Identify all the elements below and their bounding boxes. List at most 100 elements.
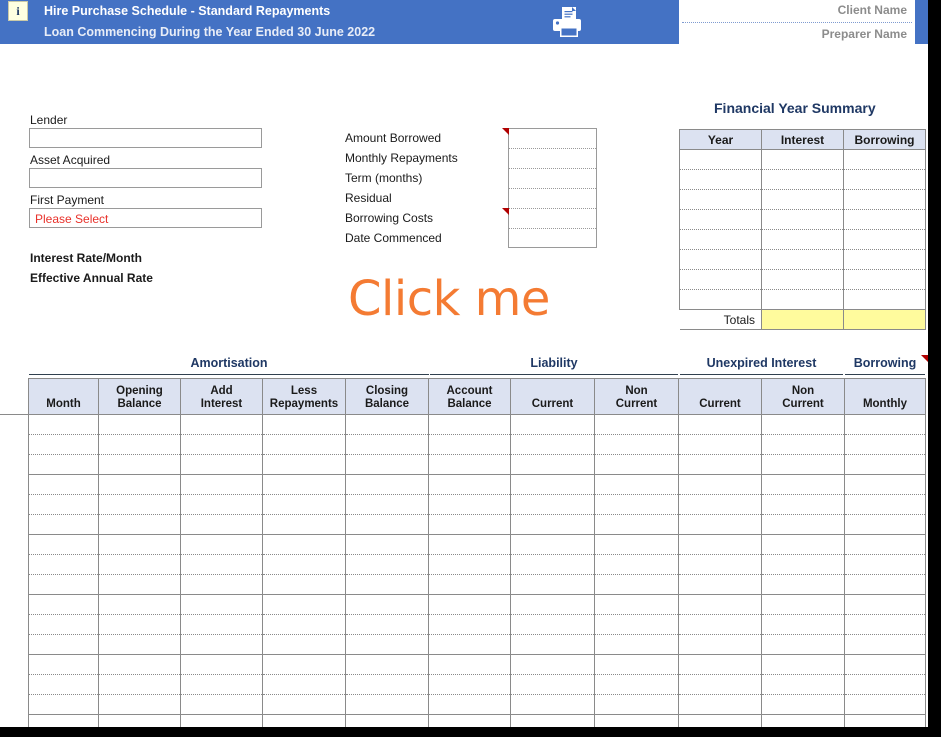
grid-cell[interactable] [594, 454, 679, 475]
grid-cell[interactable] [262, 454, 346, 475]
grid-cell[interactable] [28, 574, 99, 595]
grid-cell[interactable] [761, 674, 845, 695]
grid-cell[interactable] [761, 414, 845, 435]
grid-cell[interactable] [594, 654, 679, 675]
grid-cell[interactable] [678, 454, 762, 475]
grid-cell[interactable] [761, 474, 845, 495]
fy-cell[interactable] [761, 229, 844, 250]
grid-cell[interactable] [345, 454, 429, 475]
grid-cell[interactable] [345, 574, 429, 595]
grid-cell[interactable] [761, 554, 845, 575]
printer-icon[interactable] [549, 5, 585, 39]
fy-cell[interactable] [843, 209, 926, 230]
grid-cell[interactable] [594, 594, 679, 615]
grid-cell[interactable] [510, 514, 595, 535]
grid-cell[interactable] [262, 534, 346, 555]
grid-cell[interactable] [510, 714, 595, 727]
grid-cell[interactable] [678, 594, 762, 615]
grid-cell[interactable] [428, 514, 511, 535]
fy-cell[interactable] [761, 169, 844, 190]
grid-cell[interactable] [180, 714, 263, 727]
grid-cell[interactable] [28, 694, 99, 715]
fy-cell[interactable] [761, 269, 844, 290]
grid-cell[interactable] [678, 694, 762, 715]
grid-cell[interactable] [28, 474, 99, 495]
grid-cell[interactable] [678, 474, 762, 495]
grid-cell[interactable] [510, 674, 595, 695]
grid-cell[interactable] [428, 474, 511, 495]
grid-cell[interactable] [180, 414, 263, 435]
comment-marker-borrowing-costs[interactable] [502, 208, 509, 215]
grid-cell[interactable] [262, 574, 346, 595]
grid-cell[interactable] [510, 614, 595, 635]
grid-cell[interactable] [345, 594, 429, 615]
grid-cell[interactable] [28, 674, 99, 695]
grid-cell[interactable] [594, 534, 679, 555]
grid-cell[interactable] [262, 554, 346, 575]
grid-cell[interactable] [428, 614, 511, 635]
grid-cell[interactable] [428, 694, 511, 715]
grid-cell[interactable] [594, 554, 679, 575]
lender-input[interactable] [29, 128, 262, 148]
fy-cell[interactable] [679, 209, 762, 230]
fy-cell[interactable] [679, 249, 762, 270]
grid-cell[interactable] [180, 454, 263, 475]
grid-cell[interactable] [594, 674, 679, 695]
grid-cell[interactable] [510, 554, 595, 575]
grid-cell[interactable] [28, 594, 99, 615]
grid-cell[interactable] [98, 434, 181, 455]
grid-cell[interactable] [262, 714, 346, 727]
grid-cell[interactable] [180, 494, 263, 515]
grid-cell[interactable] [262, 614, 346, 635]
grid-cell[interactable] [180, 694, 263, 715]
grid-cell[interactable] [594, 494, 679, 515]
grid-cell[interactable] [510, 434, 595, 455]
fy-cell[interactable] [679, 289, 762, 310]
loan-inputs-box[interactable] [508, 128, 597, 248]
fy-cell[interactable] [843, 249, 926, 270]
grid-cell[interactable] [180, 434, 263, 455]
grid-cell[interactable] [844, 594, 926, 615]
grid-cell[interactable] [761, 454, 845, 475]
fy-cell[interactable] [761, 289, 844, 310]
client-name-field[interactable]: Client Name [838, 3, 907, 17]
grid-cell[interactable] [28, 514, 99, 535]
grid-cell[interactable] [262, 434, 346, 455]
grid-cell[interactable] [678, 714, 762, 727]
grid-cell[interactable] [594, 634, 679, 655]
fy-cell[interactable] [679, 189, 762, 210]
fy-cell[interactable] [761, 249, 844, 270]
grid-cell[interactable] [594, 714, 679, 727]
grid-cell[interactable] [428, 494, 511, 515]
grid-cell[interactable] [678, 494, 762, 515]
grid-cell[interactable] [345, 714, 429, 727]
grid-cell[interactable] [28, 454, 99, 475]
fy-cell[interactable] [679, 229, 762, 250]
grid-cell[interactable] [761, 654, 845, 675]
grid-cell[interactable] [28, 534, 99, 555]
grid-cell[interactable] [345, 474, 429, 495]
grid-cell[interactable] [844, 714, 926, 727]
grid-cell[interactable] [678, 674, 762, 695]
grid-cell[interactable] [262, 494, 346, 515]
grid-cell[interactable] [761, 514, 845, 535]
grid-cell[interactable] [761, 434, 845, 455]
grid-cell[interactable] [345, 514, 429, 535]
grid-cell[interactable] [345, 634, 429, 655]
grid-cell[interactable] [678, 574, 762, 595]
preparer-name-field[interactable]: Preparer Name [822, 27, 907, 41]
grid-cell[interactable] [180, 554, 263, 575]
grid-cell[interactable] [844, 434, 926, 455]
grid-cell[interactable] [428, 594, 511, 615]
grid-cell[interactable] [761, 534, 845, 555]
grid-cell[interactable] [98, 594, 181, 615]
grid-cell[interactable] [98, 674, 181, 695]
grid-cell[interactable] [98, 554, 181, 575]
grid-cell[interactable] [345, 614, 429, 635]
grid-cell[interactable] [262, 634, 346, 655]
grid-cell[interactable] [678, 614, 762, 635]
grid-cell[interactable] [98, 614, 181, 635]
grid-cell[interactable] [510, 574, 595, 595]
grid-cell[interactable] [262, 474, 346, 495]
grid-cell[interactable] [180, 474, 263, 495]
